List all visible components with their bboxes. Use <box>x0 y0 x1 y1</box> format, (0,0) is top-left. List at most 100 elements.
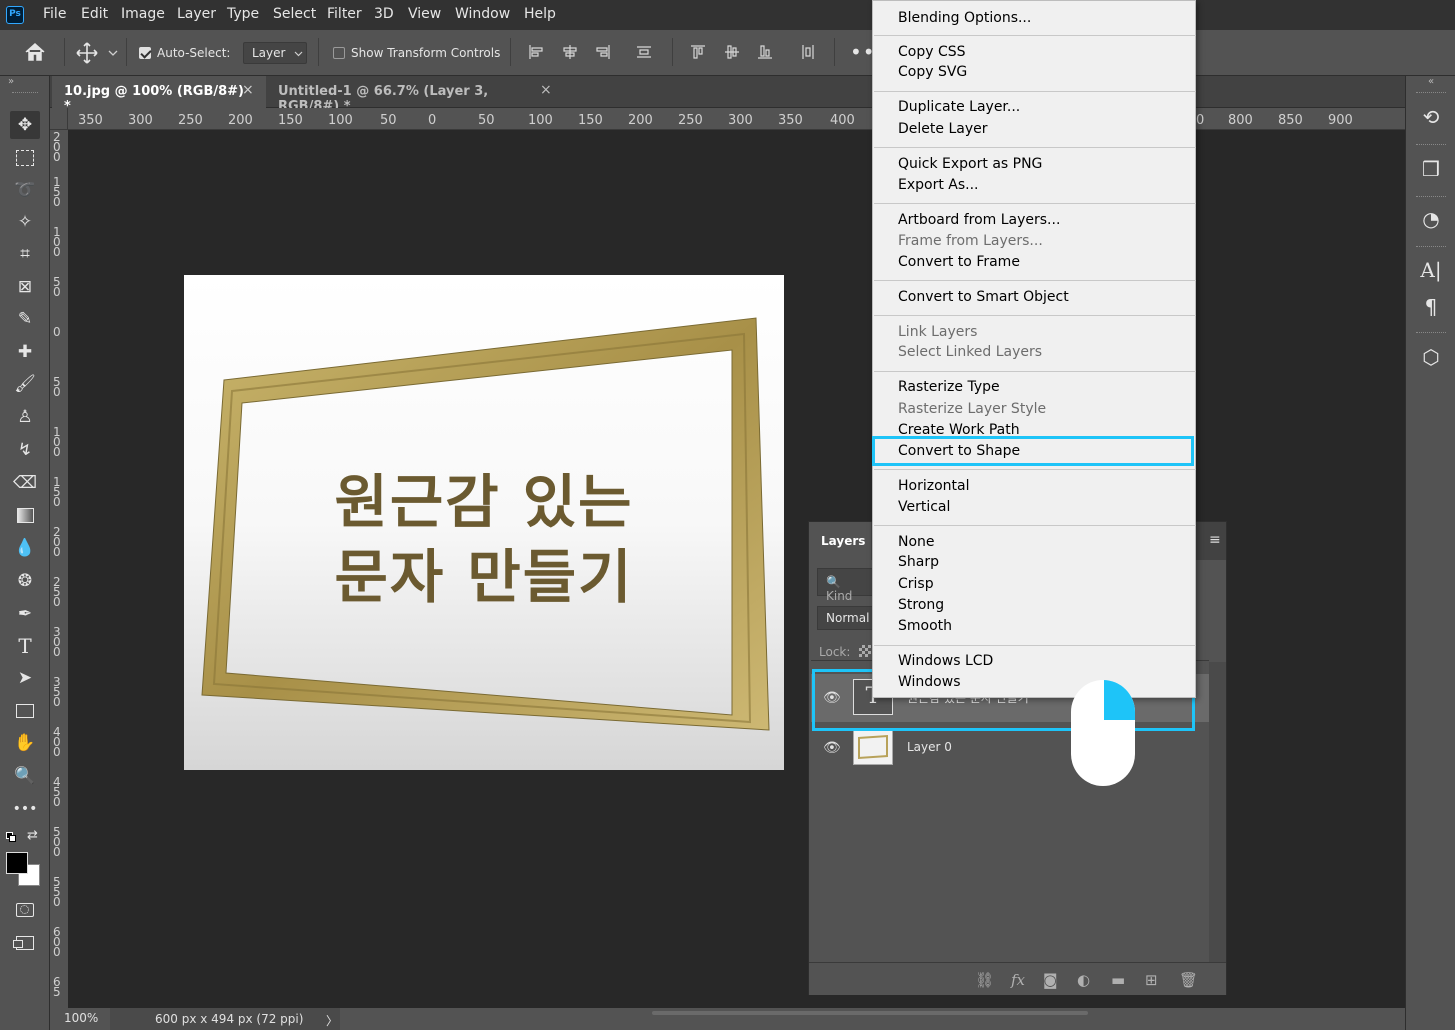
menu-file[interactable]: File <box>43 6 66 22</box>
collapse-dock-icon[interactable]: « <box>1428 76 1434 87</box>
menu-type[interactable]: Type <box>227 6 259 22</box>
move-tool-icon[interactable]: ✥ <box>10 111 40 139</box>
document-info[interactable]: 600 px x 494 px (72 ppi) <box>155 1012 303 1026</box>
paragraph-panel-icon[interactable]: ¶ <box>1418 294 1444 320</box>
menu-item-duplicate-layer[interactable]: Duplicate Layer... <box>898 99 1020 115</box>
layer-row-layer-0[interactable]: 👁 Layer 0 <box>811 724 1209 772</box>
panel-grip[interactable] <box>1416 246 1446 247</box>
blur-tool-icon[interactable]: 💧 <box>10 534 40 562</box>
menu-item-artboard-from-layers[interactable]: Artboard from Layers... <box>898 212 1060 228</box>
tab-layers[interactable]: Layers <box>809 522 871 560</box>
menu-item-anti-alias-smooth[interactable]: Smooth <box>898 618 952 634</box>
new-group-icon[interactable]: ▬ <box>1111 971 1125 989</box>
tab-untitled-1[interactable]: Untitled-1 @ 66.7% (Layer 3, RGB/8#) * <box>266 76 564 114</box>
panel-grip[interactable] <box>1416 144 1446 145</box>
dodge-tool-icon[interactable]: ❂ <box>10 567 40 595</box>
history-panel-icon[interactable]: ⟲ <box>1418 104 1444 130</box>
3d-panel-icon[interactable]: ⬡ <box>1418 344 1444 370</box>
gradient-tool-icon[interactable] <box>10 501 40 529</box>
hand-tool-icon[interactable]: ✋ <box>10 729 40 757</box>
align-vertical-centers-icon[interactable] <box>724 44 740 60</box>
quick-mask-icon[interactable] <box>10 896 40 924</box>
collapse-panel-icon[interactable]: » <box>8 76 14 87</box>
marquee-tool-icon[interactable] <box>10 144 40 172</box>
menu-item-anti-alias-crisp[interactable]: Crisp <box>898 576 934 592</box>
menu-view[interactable]: View <box>408 6 441 22</box>
panel-grip[interactable] <box>1416 332 1446 333</box>
new-layer-icon[interactable]: ⊞ <box>1145 971 1158 989</box>
menu-item-copy-svg[interactable]: Copy SVG <box>898 64 967 80</box>
menu-edit[interactable]: Edit <box>81 6 108 22</box>
character-panel-icon[interactable]: A| <box>1418 257 1444 283</box>
edit-toolbar-icon[interactable]: ••• <box>10 795 40 823</box>
auto-select-target-dropdown[interactable]: Layer <box>243 42 307 64</box>
layers-scrollbar[interactable] <box>1209 662 1226 962</box>
visibility-eye-icon[interactable]: 👁 <box>823 740 841 756</box>
link-layers-icon[interactable]: ⛓ <box>975 971 994 989</box>
menu-item-anti-alias-none[interactable]: None <box>898 534 935 550</box>
distribute-vertical-icon[interactable] <box>636 44 652 60</box>
tab-10-jpg[interactable]: 10.jpg @ 100% (RGB/8#) * <box>52 76 266 114</box>
fx-icon[interactable]: fx <box>1011 971 1025 989</box>
menu-select[interactable]: Select <box>273 6 316 22</box>
menu-filter[interactable]: Filter <box>327 6 362 22</box>
menu-item-horizontal[interactable]: Horizontal <box>898 478 969 494</box>
default-colors-icon[interactable] <box>6 832 16 842</box>
menu-item-quick-export-png[interactable]: Quick Export as PNG <box>898 156 1042 172</box>
close-tab-icon[interactable]: × <box>242 82 254 98</box>
lasso-tool-icon[interactable]: ➰ <box>10 176 40 204</box>
zoom-tool-icon[interactable]: 🔍 <box>10 762 40 790</box>
ruler-origin[interactable] <box>50 108 68 130</box>
adjustments-panel-icon[interactable]: ◔ <box>1418 206 1444 232</box>
menu-3d[interactable]: 3D <box>374 6 394 22</box>
menu-item-anti-alias-sharp[interactable]: Sharp <box>898 554 939 570</box>
menu-image[interactable]: Image <box>121 6 165 22</box>
menu-item-windows[interactable]: Windows <box>898 674 961 690</box>
eraser-tool-icon[interactable]: ⌫ <box>10 469 40 497</box>
panel-grip[interactable] <box>1416 196 1446 197</box>
document-canvas[interactable]: 원근감 있는 문자 만들기 <box>184 275 784 770</box>
delete-layer-icon[interactable]: 🗑 <box>1179 971 1198 989</box>
menu-window[interactable]: Window <box>455 6 510 22</box>
align-top-edges-icon[interactable] <box>690 44 706 60</box>
layer-name[interactable]: Layer 0 <box>907 740 952 754</box>
crop-tool-icon[interactable]: ⌗ <box>10 240 40 268</box>
blend-mode-dropdown[interactable]: Normal <box>817 606 877 630</box>
horizontal-ruler[interactable]: 350 300 250 200 150 100 50 0 50 100 150 … <box>68 108 1405 130</box>
align-right-edges-icon[interactable] <box>595 44 611 60</box>
menu-item-rasterize-type[interactable]: Rasterize Type <box>898 379 1000 395</box>
home-icon[interactable] <box>24 42 46 62</box>
menu-item-delete-layer[interactable]: Delete Layer <box>898 121 987 137</box>
type-tool-icon[interactable]: T <box>10 632 40 660</box>
menu-item-anti-alias-strong[interactable]: Strong <box>898 597 944 613</box>
pen-tool-icon[interactable]: ✒ <box>10 600 40 628</box>
magic-wand-tool-icon[interactable]: ✧ <box>10 208 40 236</box>
menu-item-convert-to-frame[interactable]: Convert to Frame <box>898 254 1020 270</box>
distribute-horizontal-icon[interactable] <box>800 44 816 60</box>
menu-item-export-as[interactable]: Export As... <box>898 177 979 193</box>
rectangle-tool-icon[interactable] <box>10 697 40 725</box>
menu-item-windows-lcd[interactable]: Windows LCD <box>898 653 993 669</box>
auto-select-checkbox[interactable] <box>139 47 151 59</box>
show-transform-controls-checkbox[interactable] <box>333 47 345 59</box>
screen-mode-icon[interactable] <box>10 929 40 957</box>
menu-item-vertical[interactable]: Vertical <box>898 499 950 515</box>
frame-tool-icon[interactable]: ⊠ <box>10 273 40 301</box>
brush-tool-icon[interactable]: 🖌 <box>10 370 40 398</box>
chevron-down-icon[interactable] <box>108 50 118 58</box>
vertical-ruler[interactable]: 2 0 0 1 5 0 1 0 0 5 0 0 5 0 1 0 0 1 5 0 … <box>50 130 68 1008</box>
add-mask-icon[interactable]: ◙ <box>1043 971 1058 989</box>
path-selection-tool-icon[interactable]: ➤ <box>10 664 40 692</box>
eyedropper-tool-icon[interactable]: ✎ <box>10 305 40 333</box>
clone-stamp-tool-icon[interactable]: ♙ <box>10 403 40 431</box>
swap-colors-icon[interactable]: ⇄ <box>27 828 38 843</box>
move-tool-icon[interactable] <box>76 42 98 64</box>
status-menu-arrow-icon[interactable]: 〉 <box>326 1012 338 1029</box>
menu-item-convert-to-smart-object[interactable]: Convert to Smart Object <box>898 289 1069 305</box>
align-bottom-edges-icon[interactable] <box>757 44 773 60</box>
panel-grip[interactable] <box>12 92 38 95</box>
lock-transparent-pixels-icon[interactable] <box>859 645 871 657</box>
menu-help[interactable]: Help <box>524 6 556 22</box>
panel-menu-icon[interactable]: ≡ <box>1209 532 1221 548</box>
libraries-panel-icon[interactable]: ❒ <box>1418 156 1444 182</box>
